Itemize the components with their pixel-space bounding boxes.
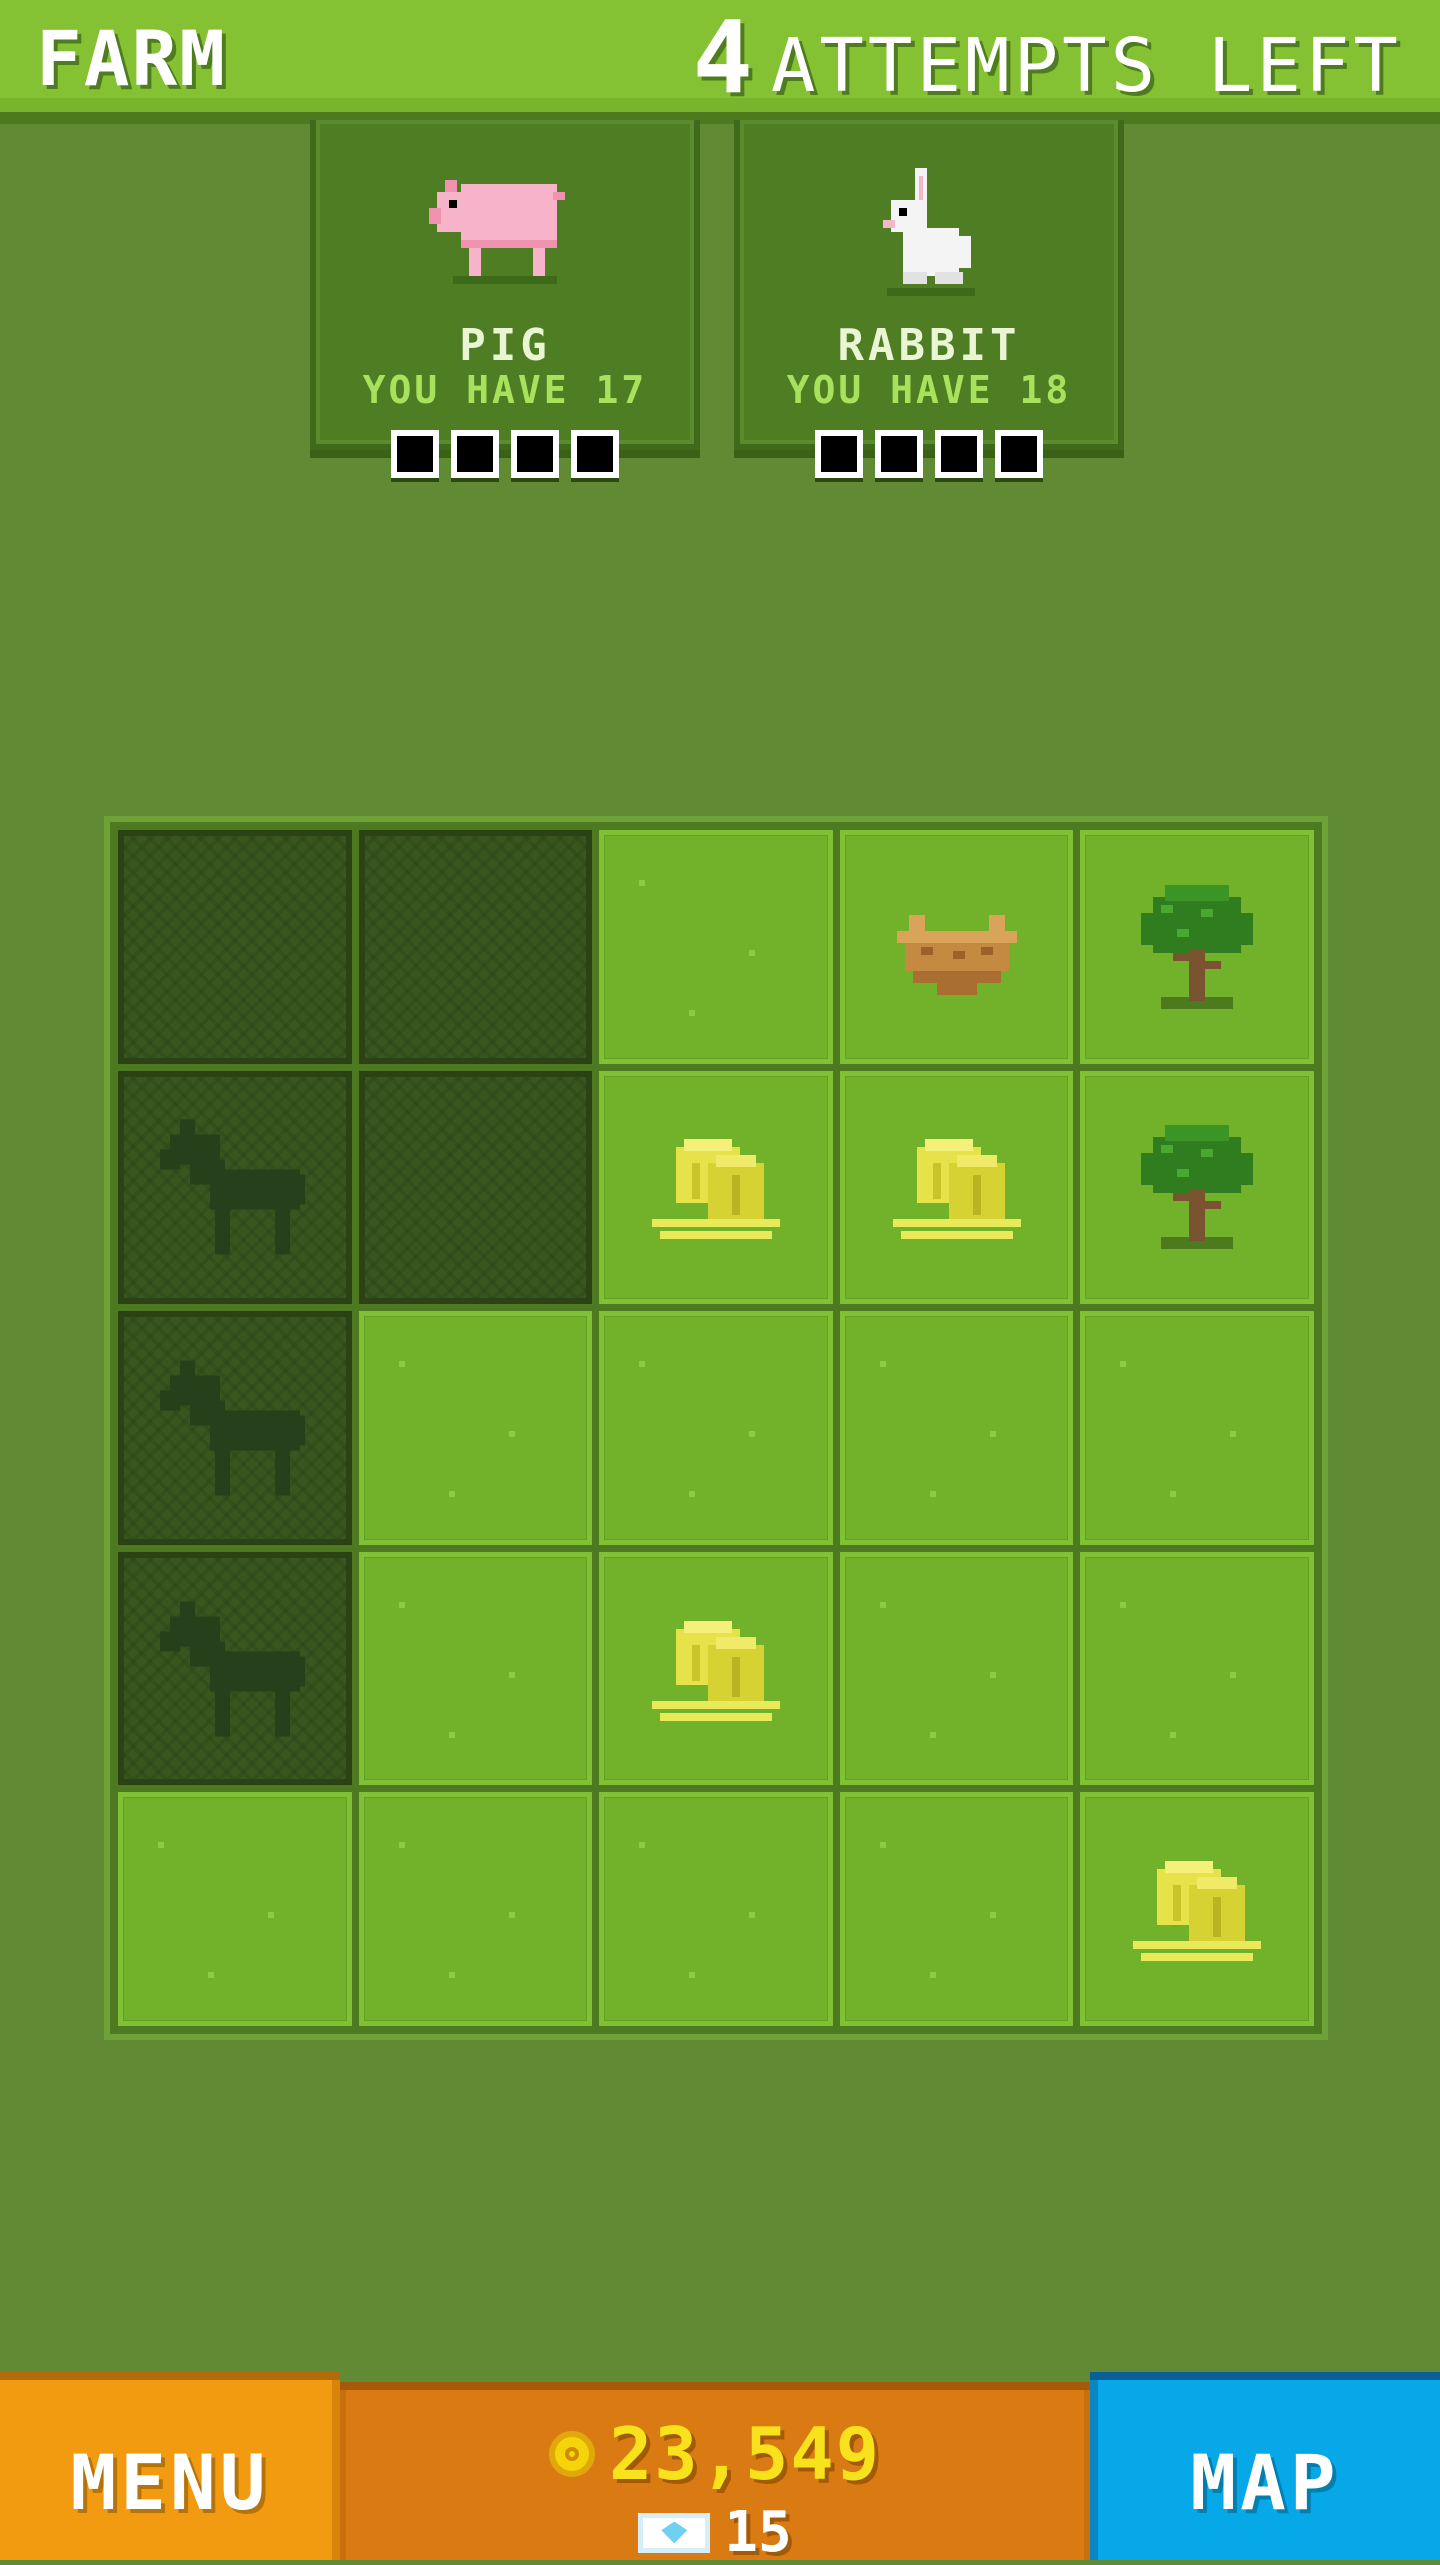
map-button-label: MAP xyxy=(1190,2438,1340,2527)
menu-button[interactable]: MENU xyxy=(0,2372,340,2560)
game-board xyxy=(104,816,1328,2040)
goal-name: PIG xyxy=(459,320,551,371)
coins-value: 23,549 xyxy=(608,2412,882,2496)
board-cell-grass[interactable] xyxy=(358,1792,593,2026)
attempts-count: 4 xyxy=(692,0,753,116)
progress-slot xyxy=(571,430,619,478)
board-cell-hay[interactable] xyxy=(1080,1792,1314,2026)
board-cell-tree[interactable] xyxy=(1080,830,1314,1064)
board-cell-grass[interactable] xyxy=(839,1311,1074,1545)
board-cell-hay[interactable] xyxy=(599,1070,833,1305)
menu-button-label: MENU xyxy=(70,2438,270,2527)
board-cell-nest[interactable] xyxy=(839,830,1074,1064)
board-cell-grass[interactable] xyxy=(839,1792,1074,2026)
progress-slot xyxy=(451,430,499,478)
board-cell-grass[interactable] xyxy=(358,1311,593,1545)
goal-have-count: YOU HAVE 17 xyxy=(362,368,648,412)
bottom-bar: MENU 23,549 15 MAP xyxy=(0,2372,1440,2565)
page-title: FARM xyxy=(36,14,228,103)
progress-slot xyxy=(815,430,863,478)
attempts-counter: 4 ATTEMPTS LEFT xyxy=(692,0,1402,116)
board-cell-grass[interactable] xyxy=(599,830,833,1064)
tree-icon xyxy=(1141,884,1254,1009)
progress-slot xyxy=(875,430,923,478)
board-cell-tree[interactable] xyxy=(1080,1070,1314,1305)
board-cell-locked xyxy=(118,1551,352,1786)
tree-icon xyxy=(1141,1125,1254,1250)
hay-bale-icon xyxy=(651,1620,780,1721)
hay-bale-icon xyxy=(651,1139,780,1240)
nest-icon xyxy=(896,914,1017,995)
board-cell-grass[interactable] xyxy=(599,1311,833,1545)
horse-silhouette-icon xyxy=(159,1601,305,1737)
goal-progress xyxy=(740,430,1118,478)
board-cell-grass[interactable] xyxy=(358,1551,593,1786)
coins-display: 23,549 xyxy=(340,2412,1090,2496)
goal-name: RABBIT xyxy=(837,320,1021,371)
board-cell-grass[interactable] xyxy=(839,1551,1074,1786)
rabbit-icon xyxy=(883,168,975,296)
board-cell-grass[interactable] xyxy=(1080,1551,1314,1786)
progress-slot xyxy=(511,430,559,478)
hay-bale-icon xyxy=(1133,1861,1262,1962)
board-cell-locked xyxy=(118,830,352,1064)
horse-silhouette-icon xyxy=(159,1360,305,1496)
board-cell-hay[interactable] xyxy=(599,1551,833,1786)
board-cell-grass[interactable] xyxy=(599,1792,833,2026)
top-bar: FARM 4 ATTEMPTS LEFT xyxy=(0,0,1440,124)
gems-value: 15 xyxy=(724,2500,792,2565)
goal-card-rabbit[interactable]: RABBIT YOU HAVE 18 xyxy=(734,120,1124,478)
board-cell-locked xyxy=(358,1070,593,1305)
horse-silhouette-icon xyxy=(159,1119,305,1255)
board-cell-grass[interactable] xyxy=(118,1792,352,2026)
progress-slot xyxy=(995,430,1043,478)
attempts-label: ATTEMPTS LEFT xyxy=(770,23,1402,109)
coin-icon xyxy=(548,2431,595,2477)
progress-slot xyxy=(391,430,439,478)
pig-icon xyxy=(429,180,565,284)
board-cell-locked xyxy=(118,1311,352,1545)
map-button[interactable]: MAP xyxy=(1090,2372,1440,2560)
gem-ticket-icon xyxy=(638,2512,711,2553)
board-cell-locked xyxy=(358,830,593,1064)
goal-card-pig[interactable]: PIG YOU HAVE 17 xyxy=(310,120,700,478)
goal-have-count: YOU HAVE 18 xyxy=(786,368,1072,412)
board-cell-grass[interactable] xyxy=(1080,1311,1314,1545)
hay-bale-icon xyxy=(892,1139,1021,1240)
wallet: 23,549 15 xyxy=(340,2382,1090,2565)
progress-slot xyxy=(935,430,983,478)
gems-display: 15 xyxy=(340,2500,1090,2565)
goal-progress xyxy=(316,430,694,478)
board-cell-hay[interactable] xyxy=(839,1070,1074,1305)
board-cell-locked xyxy=(118,1070,352,1305)
